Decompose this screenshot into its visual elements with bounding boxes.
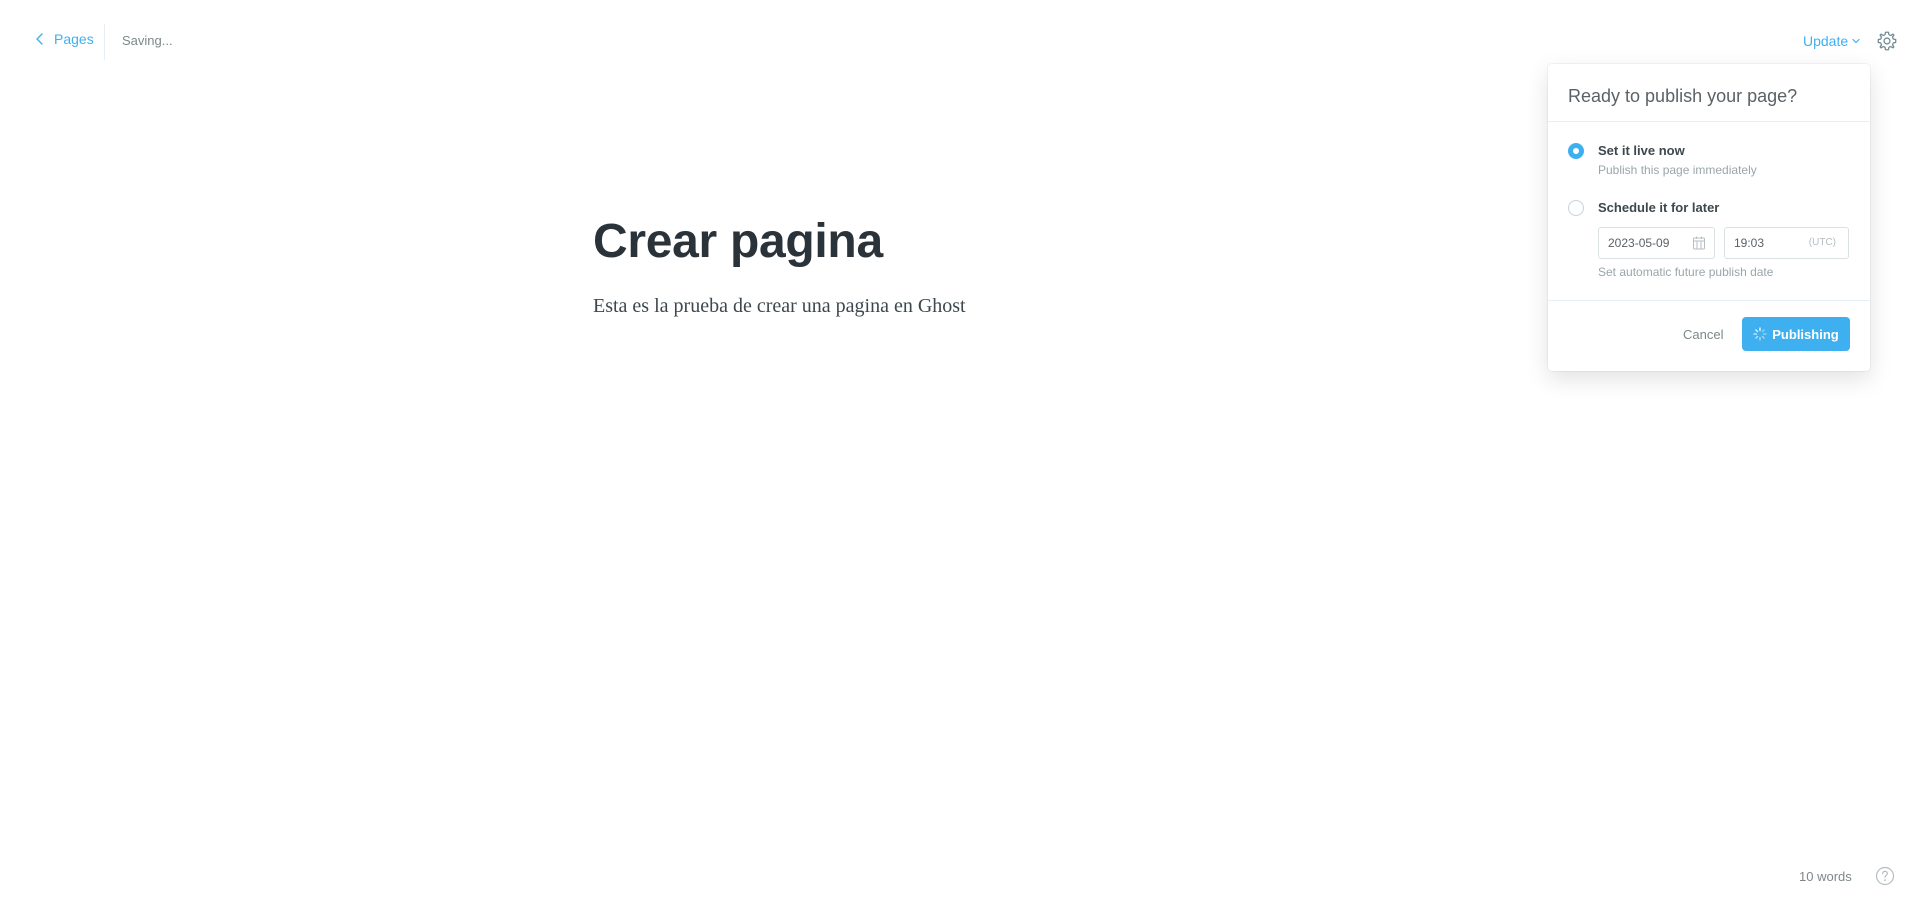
schedule-description: Set automatic future publish date	[1598, 265, 1774, 279]
update-menu-button[interactable]: Update	[1803, 33, 1861, 49]
back-link-label: Pages	[54, 31, 94, 47]
header-divider	[104, 24, 105, 60]
word-count: 10 words	[1799, 869, 1852, 884]
editor-canvas: Crear pagina Esta es la prueba de crear …	[593, 208, 1353, 320]
save-status: Saving...	[122, 33, 173, 48]
update-label: Update	[1803, 33, 1849, 49]
option-label: Schedule it for later	[1598, 200, 1720, 215]
calendar-icon[interactable]	[1692, 236, 1706, 250]
spinner-icon	[1753, 327, 1767, 341]
timezone-label: (UTC)	[1808, 237, 1836, 248]
schedule-time-input[interactable]: 19:03 (UTC)	[1724, 227, 1849, 259]
publish-menu-dropdown: Ready to publish your page? Set it live …	[1548, 64, 1870, 371]
option-schedule-later[interactable]: Schedule it for later	[1568, 200, 1719, 216]
chevron-left-icon	[36, 33, 43, 45]
radio-set-live-now[interactable]	[1568, 143, 1584, 159]
help-circle-icon[interactable]	[1875, 866, 1895, 886]
back-to-pages-link[interactable]: Pages	[32, 31, 94, 47]
publish-menu-footer: Cancel Publishing	[1548, 300, 1870, 371]
schedule-time-value: 19:03	[1734, 236, 1765, 250]
option-description: Publish this page immediately	[1598, 163, 1757, 177]
schedule-date-input[interactable]: 2023-05-09	[1598, 227, 1715, 259]
publish-menu-title: Ready to publish your page?	[1548, 64, 1870, 122]
publish-button-label: Publishing	[1772, 326, 1839, 342]
page-title-field[interactable]: Crear pagina	[593, 208, 1353, 276]
cancel-button[interactable]: Cancel	[1683, 327, 1723, 342]
page-body-editor[interactable]: Esta es la prueba de crear una pagina en…	[593, 292, 1353, 320]
schedule-date-value: 2023-05-09	[1608, 236, 1670, 250]
gear-icon[interactable]	[1876, 30, 1898, 52]
chevron-down-icon	[1852, 38, 1860, 44]
option-label: Set it live now	[1598, 143, 1685, 158]
publish-button[interactable]: Publishing	[1742, 317, 1850, 351]
radio-schedule-later[interactable]	[1568, 200, 1584, 216]
option-set-live-now[interactable]: Set it live now Publish this page immedi…	[1568, 143, 1757, 177]
